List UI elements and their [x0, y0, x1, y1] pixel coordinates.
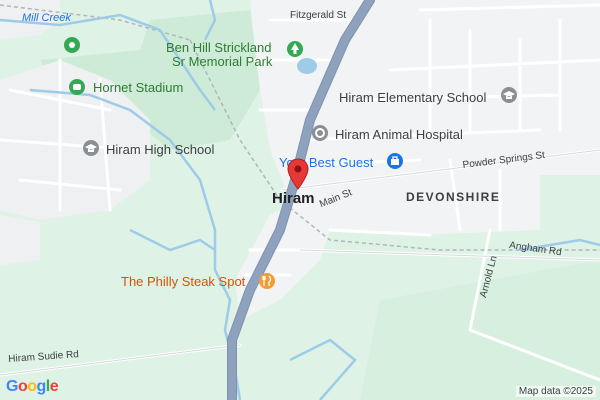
place-label-hiram: Hiram [272, 190, 315, 207]
park-icon[interactable] [63, 36, 81, 54]
poi-label-philly-steak-spot[interactable]: The Philly Steak Spot [121, 274, 245, 289]
poi-label-hiram-elementary-school[interactable]: Hiram Elementary School [339, 90, 486, 105]
logo-letter: e [49, 378, 59, 395]
poi-label-hiram-high-school[interactable]: Hiram High School [106, 142, 214, 157]
map-data-credit[interactable]: Map data ©2025 [515, 386, 596, 397]
poi-label-hornet-stadium[interactable]: Hornet Stadium [93, 80, 183, 95]
hospital-icon[interactable] [311, 124, 329, 142]
shopping-bag-icon[interactable] [386, 152, 404, 170]
mill-creek-label: Mill Creek [22, 12, 71, 24]
logo-letter: G [6, 378, 18, 395]
poi-label-park-line2[interactable]: Sr Memorial Park [172, 54, 272, 69]
road-label-fitzgerald: Fitzgerald St [290, 10, 347, 21]
map-view[interactable]: Mill Creek Ben Hill Strickland Sr Memori… [0, 0, 600, 400]
tree-icon[interactable] [286, 40, 304, 58]
poi-label-hiram-animal-hospital[interactable]: Hiram Animal Hospital [335, 127, 463, 142]
logo-letter: o [27, 378, 37, 395]
poi-label-park-line1[interactable]: Ben Hill Strickland [166, 40, 272, 55]
logo-letter: o [17, 378, 28, 395]
area-label-devonshire: DEVONSHIRE [406, 190, 501, 204]
school-icon[interactable] [500, 86, 518, 104]
logo-letter: g [36, 378, 47, 395]
school-icon[interactable] [82, 139, 100, 157]
google-logo: Google [6, 378, 59, 396]
restaurant-icon[interactable] [258, 272, 276, 290]
stadium-icon[interactable] [68, 78, 86, 96]
location-pin-icon[interactable] [287, 158, 309, 190]
